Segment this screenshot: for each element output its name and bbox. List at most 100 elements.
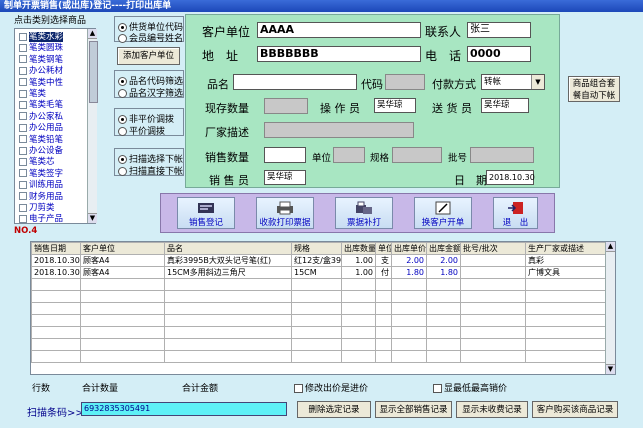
category-item[interactable]: 笔类铅笔 [19,134,63,146]
date-input[interactable]: 2018.10.30 [486,170,535,185]
table-row[interactable] [31,314,608,327]
category-header: 点击类别选择商品 [14,16,87,26]
column-header[interactable]: 客户单位 [80,242,165,255]
table-row[interactable] [31,338,608,351]
show-unpaid-button[interactable]: 显示未收费记录 [456,401,528,418]
table-row[interactable] [31,290,608,303]
column-header[interactable]: 单位 [375,242,392,255]
category-item[interactable]: 笔类签字 [19,168,63,180]
product-label: 品名 [207,78,229,91]
column-header[interactable]: 出库金额 [426,242,461,255]
table-row[interactable] [31,302,608,315]
table-row[interactable] [31,278,608,291]
spec-input[interactable] [392,147,442,163]
operator-label: 操 作 员 [320,102,360,115]
table-cell: 1.00 [341,254,376,267]
barcode-input[interactable]: 6932835305491 [81,402,287,416]
table-cell [164,290,292,303]
category-item[interactable]: 刀剪类 [19,202,55,214]
deliverer-input[interactable]: 吴华琼 [481,98,529,113]
reprint-button[interactable]: 票据补打 [335,197,393,229]
column-header[interactable]: 规格 [291,242,342,255]
category-item[interactable]: 训练用品 [19,179,63,191]
table-cell [80,338,165,351]
category-item[interactable]: 笔类芯 [19,156,55,168]
column-header[interactable]: 销售日期 [31,242,81,255]
tree-node-icon [19,55,27,64]
category-item[interactable]: 笔类钢笔 [19,54,63,66]
customer-input[interactable]: AAAA [257,22,421,38]
customer-label: 客户单位 [202,25,251,39]
category-tree[interactable]: 笔类水彩 笔类圆珠 笔类钢笔 办公耗材 笔类中性 笔类 笔类毛笔 办公家私 办公用品 笔类铅笔 办公… [14,28,96,224]
average-adjust-radio[interactable]: 平价调拨 [118,124,165,137]
category-item[interactable]: 办公设备 [19,145,63,157]
column-header[interactable]: 出库单价 [391,242,427,255]
member-name-radio[interactable]: 会员编号姓名 [118,31,183,44]
delete-record-button[interactable]: 删除选定记录 [297,401,371,418]
column-header[interactable]: 生产厂家或描述 [525,242,608,255]
contact-input[interactable]: 张三 [467,22,531,38]
modify-price-checkbox[interactable]: 修改出价是进价 [294,381,368,394]
category-item[interactable]: 笔类毛笔 [19,99,63,111]
category-item[interactable]: 电子产品 [19,213,63,223]
product-chinese-filter-radio[interactable]: 品名汉字筛选 [118,86,183,99]
product-input[interactable] [233,74,357,90]
exit-button[interactable]: 退 出 [493,197,538,229]
rows-label: 行数 [32,384,51,394]
category-item[interactable]: 财务用品 [19,191,63,203]
combo-auto-post-button[interactable]: 商品组合套餐自动下帐 [568,76,620,102]
seller-input[interactable]: 吴华琼 [264,170,306,185]
category-scrollbar[interactable]: ▲ ▼ [87,29,98,223]
table-cell [375,314,392,327]
table-cell [80,314,165,327]
quantity-input[interactable] [264,147,306,163]
show-lowest-checkbox[interactable]: 显最低最高销价 [433,381,507,394]
vendor-label: 厂家描述 [205,126,249,139]
scan-direct-radio[interactable]: 扫描直接下帐 [118,164,183,177]
phone-input[interactable]: 0000 [467,46,531,62]
table-cell [460,290,526,303]
table-cell [164,302,292,315]
batch-input[interactable] [470,147,534,163]
customer-history-button[interactable]: 客户购买该商品记录 [532,401,618,418]
receipt-print-button[interactable]: 收款打印票据 [256,197,314,229]
table-row[interactable]: 2018.10.30 顾客A4 15CM多用斜边三角尺 15CM 1.00 付 1.80 1.… [31,266,608,279]
category-item[interactable]: 办公家私 [19,111,63,123]
add-customer-button[interactable]: 添加客户单位 [117,47,180,65]
date-label: 日 期 [454,174,487,187]
category-item[interactable]: 办公用品 [19,122,63,134]
category-item[interactable]: 办公耗材 [19,65,63,77]
change-customer-button[interactable]: 换客户开单 [414,197,472,229]
show-all-sales-button[interactable]: 显示全部销售记录 [375,401,452,418]
table-cell [525,326,608,339]
payment-select[interactable]: 转帐 ▼ [481,74,545,90]
sales-register-button[interactable]: 销售登记 [177,197,235,229]
table-cell: 2018.10.30 [31,254,81,267]
operator-input[interactable]: 吴华琼 [374,98,416,113]
table-cell [460,350,526,363]
printer-icon [277,201,293,215]
tree-node-icon [19,32,27,41]
code-input[interactable] [385,74,425,90]
category-item[interactable]: 笔类圆珠 [19,42,63,54]
sales-grid[interactable]: 销售日期客户单位品名规格出库数量单位出库单价出库金额批号/批次生产厂家或描述 2… [30,241,616,375]
column-header[interactable]: 批号/批次 [460,242,526,255]
grid-scrollbar[interactable]: ▲ ▼ [605,242,615,374]
tree-node-icon [19,146,27,155]
category-item[interactable]: 笔类水彩 [19,31,64,43]
column-header[interactable]: 品名 [164,242,292,255]
category-item[interactable]: 笔类中性 [19,77,63,89]
table-cell [391,278,427,291]
category-item[interactable]: 笔类 [19,88,46,100]
column-header[interactable]: 出库数量 [341,242,376,255]
tree-node-icon [19,66,27,75]
table-row[interactable] [31,350,608,363]
tree-node-icon [19,123,27,132]
address-input[interactable]: BBBBBBB [257,46,421,62]
table-row[interactable] [31,326,608,339]
table-row[interactable]: 2018.10.30 顾客A4 真彩3995B大双头记号笔(红) 红12支/盒39 1.… [31,254,608,267]
unit-input[interactable] [333,147,365,163]
chevron-down-icon[interactable]: ▼ [531,75,544,89]
vendor-input[interactable] [264,122,414,138]
table-cell [460,326,526,339]
